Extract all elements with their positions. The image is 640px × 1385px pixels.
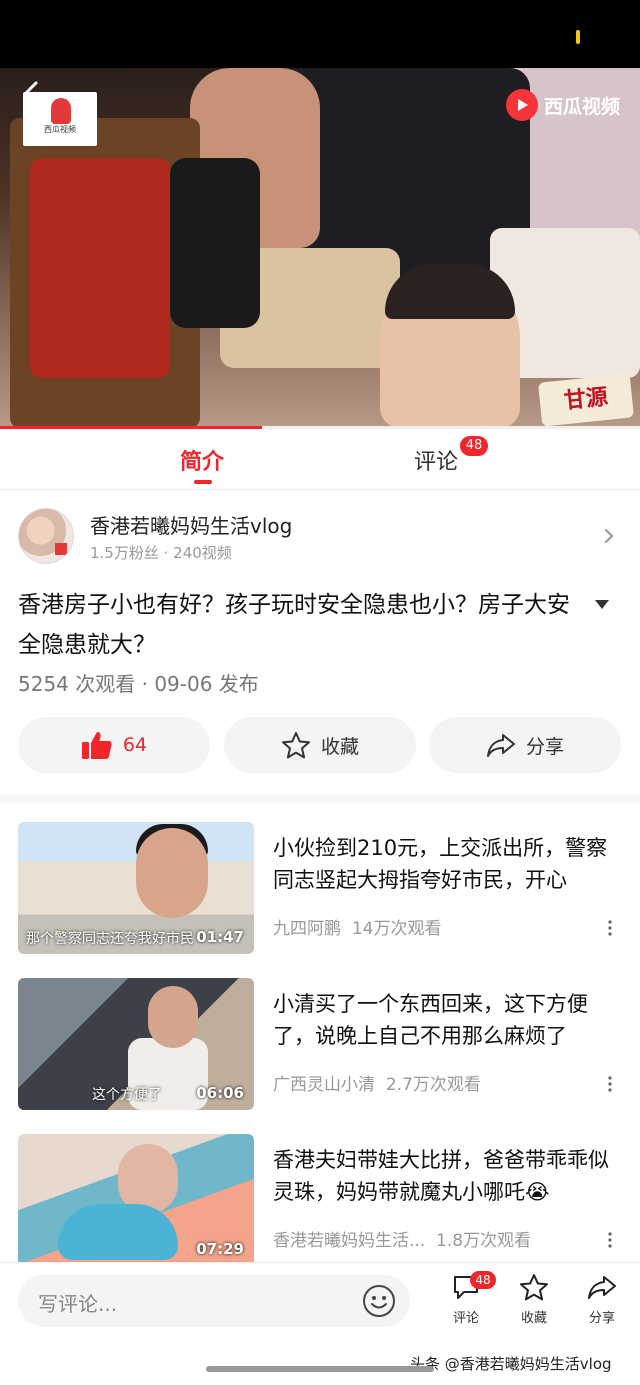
chevron-down-icon[interactable] [594,598,610,610]
avatar[interactable] [18,508,74,564]
chevron-right-icon[interactable] [602,526,616,546]
like-button[interactable]: 64 [18,717,210,773]
bottom-favorite-label: 收藏 [520,1311,547,1326]
star-icon [281,732,310,759]
recommended-video-views: 14万次观看 [351,919,442,939]
thumbs-up-icon [81,732,112,759]
author-row[interactable]: 香港若曦妈妈生活vlog 1.5万粉丝 · 240视频 [18,508,622,568]
tab-active-indicator [194,480,212,484]
thumbnail-caption: 这个方便了 [92,1087,162,1103]
video-thumbnail[interactable]: 那个警察同志还夸我好市民 01:47 [18,822,254,954]
recommended-video-views: 1.8万次观看 [436,1231,532,1251]
emoji-icon[interactable] [362,1284,396,1318]
bottom-share-button[interactable]: 分享 [572,1273,632,1326]
recommended-video-meta: 九四阿鹏 14万次观看 [273,914,441,939]
channel-logo: 西瓜视频 [23,92,97,146]
recording-indicator [576,30,580,44]
recommended-video-author[interactable]: 香港若曦妈妈生活... [273,1231,425,1251]
recommended-video-views: 2.7万次观看 [385,1075,481,1095]
author-name[interactable]: 香港若曦妈妈生活vlog [90,510,292,539]
share-icon [486,734,515,757]
share-icon [588,1276,616,1299]
status-bar [0,0,640,68]
play-icon [505,89,538,121]
list-item[interactable]: 这个方便了 06:06 小清买了一个东西回来，这下方便了，说晚上自己不用那么麻烦… [18,978,622,1110]
video-duration: 07:29 [196,1240,244,1258]
recommended-video-title[interactable]: 小清买了一个东西回来，这下方便了，说晚上自己不用那么麻烦了 [273,988,623,1052]
share-label: 分享 [525,735,564,758]
star-icon [520,1274,548,1301]
avatar-flag-icon [55,543,67,555]
video-scene-bag [170,158,260,328]
thumbnail-caption: 那个警察同志还夸我好市民 [26,931,194,947]
section-divider [0,795,640,803]
video-scene-baby-hair [385,264,515,319]
source-watermark: 头条 @香港若曦妈妈生活vlog [410,1355,612,1373]
home-indicator[interactable] [206,1366,434,1372]
bottom-favorite-button[interactable]: 收藏 [504,1273,564,1326]
more-vertical-icon[interactable] [608,1076,612,1092]
tab-bar: 简介 评论 48 [0,430,640,490]
more-vertical-icon[interactable] [608,1232,612,1248]
video-progress-bar[interactable] [0,426,640,429]
video-sticker: 甘源 [537,373,635,427]
thumbnail-figure-face [136,828,208,918]
video-duration: 01:47 [196,928,244,946]
recommended-video-title[interactable]: 香港夫妇带娃大比拼，爸爸带乖乖似灵珠，妈妈带就魔丸小哪吒😭 [273,1144,623,1208]
bottom-comment-label: 评论 [452,1311,479,1326]
more-vertical-icon[interactable] [608,920,612,936]
video-duration: 06:06 [196,1084,244,1102]
video-meta: 5254 次观看 · 09-06 发布 [18,672,259,696]
bottom-comment-badge: 48 [470,1271,496,1289]
recommended-video-author[interactable]: 九四阿鹏 [273,919,341,939]
tab-intro[interactable]: 简介 [180,444,224,476]
list-item[interactable]: 那个警察同志还夸我好市民 01:47 小伙捡到210元，上交派出所，警察同志竖起… [18,822,622,954]
recommended-video-meta: 香港若曦妈妈生活... 1.8万次观看 [273,1226,531,1251]
favorite-button[interactable]: 收藏 [224,717,416,773]
like-count: 64 [122,734,148,756]
logo-mark-icon [51,98,71,124]
author-meta: 1.5万粉丝 · 240视频 [90,544,232,562]
recommended-video-author[interactable]: 广西灵山小清 [273,1075,375,1095]
tab-comments[interactable]: 评论 [414,444,458,476]
video-thumbnail[interactable]: 这个方便了 06:06 [18,978,254,1110]
video-progress-fill [0,426,263,429]
thumbnail-tub [58,1204,178,1260]
logo-text: 西瓜视频 [44,125,76,134]
video-title: 香港房子小也有好？孩子玩时安全隐患也小？房子大安全隐患就大？ [18,592,570,658]
favorite-label: 收藏 [320,735,359,758]
bottom-comment-button[interactable]: 48 评论 [436,1271,496,1326]
action-row: 64 收藏 分享 [18,717,622,773]
brand-label: 西瓜视频 [543,95,620,118]
bottom-share-label: 分享 [588,1311,615,1326]
comment-placeholder: 写评论... [38,1292,118,1316]
video-player[interactable]: 甘源 西瓜视频 西瓜视频 [0,68,640,428]
video-thumbnail[interactable]: 07:29 [18,1134,254,1266]
brand-watermark: 西瓜视频 [505,88,620,122]
thumbnail-figure-face [148,986,198,1048]
recommended-video-meta: 广西灵山小清 2.7万次观看 [273,1070,481,1095]
recommended-video-title[interactable]: 小伙捡到210元，上交派出所，警察同志竖起大拇指夸好市民，开心 [273,832,623,896]
share-button[interactable]: 分享 [429,717,621,773]
comments-count-badge: 48 [460,436,488,456]
comment-input[interactable]: 写评论... [18,1275,410,1327]
video-scene-red-cloth [30,158,170,378]
list-item[interactable]: 07:29 香港夫妇带娃大比拼，爸爸带乖乖似灵珠，妈妈带就魔丸小哪吒😭 香港若曦… [18,1134,622,1266]
bottom-bar: 写评论... 48 评论 收藏 分享 头条 @香港若曦妈妈生活vlog [0,1262,640,1385]
